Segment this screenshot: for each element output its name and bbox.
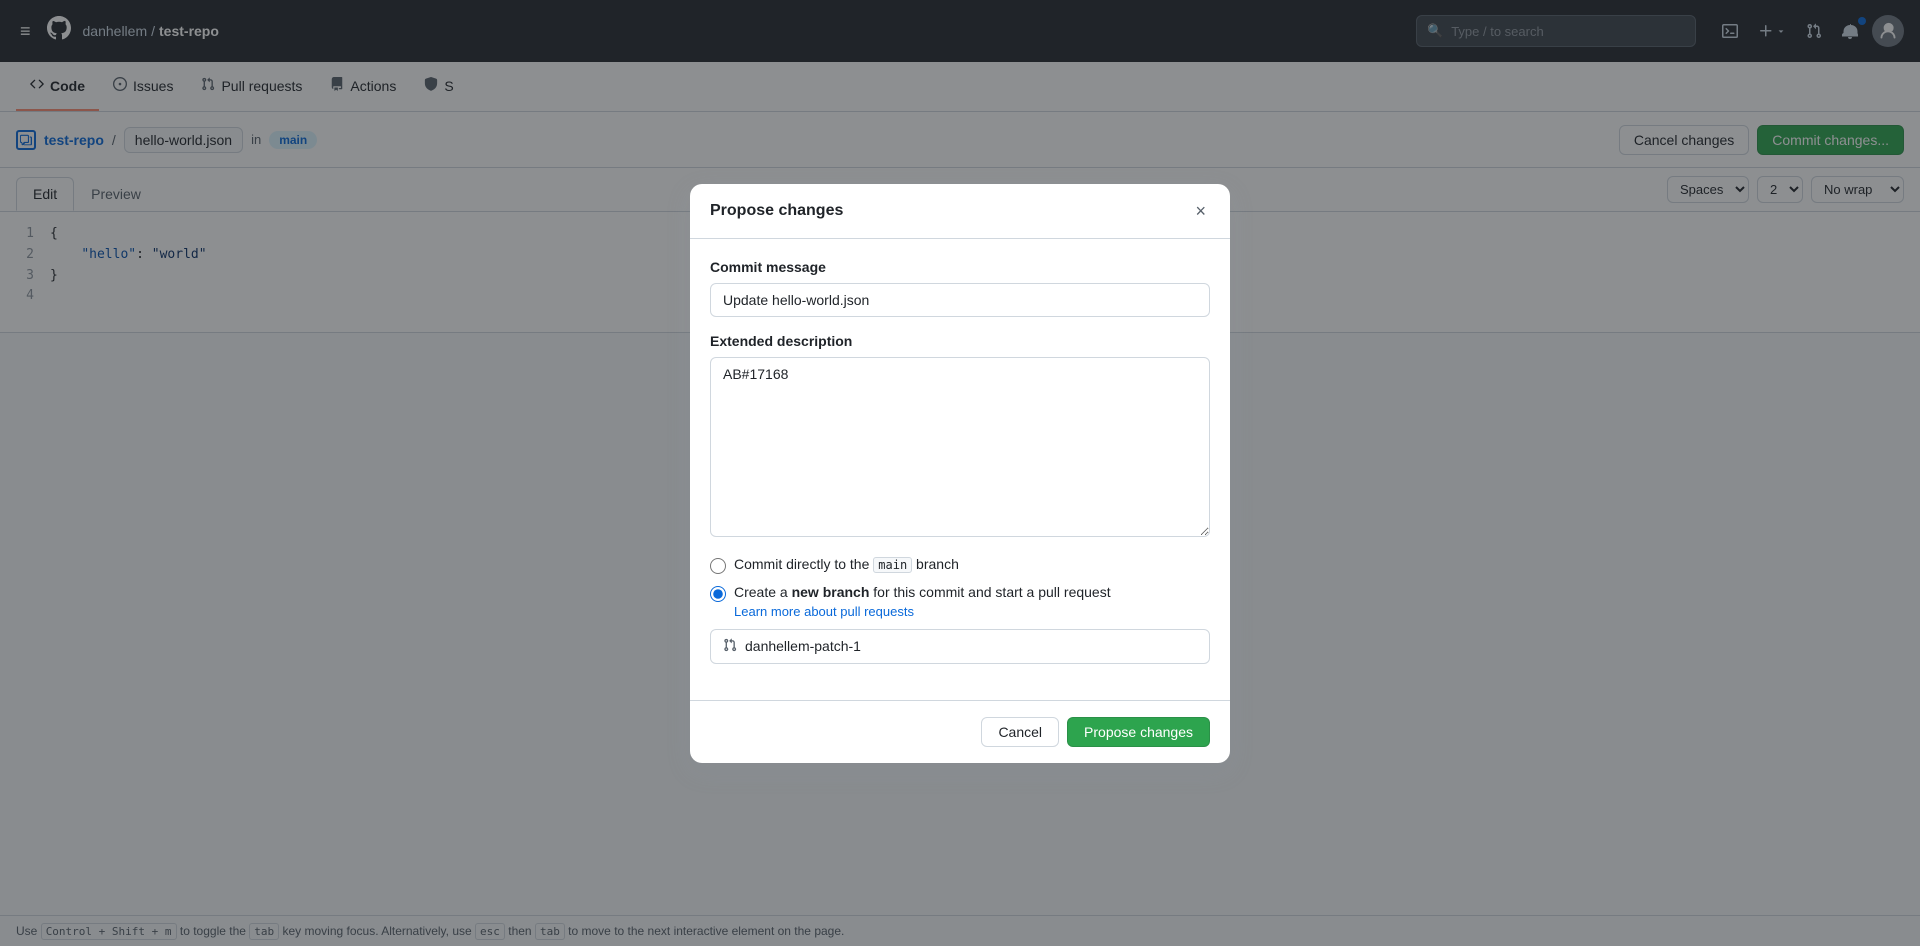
radio-direct-input[interactable]: [710, 558, 726, 574]
extended-description-group: Extended description AB#17168: [710, 333, 1210, 540]
commit-message-label: Commit message: [710, 259, 1210, 275]
commit-message-input[interactable]: [710, 283, 1210, 317]
modal-close-button[interactable]: ×: [1191, 200, 1210, 222]
cancel-button[interactable]: Cancel: [981, 717, 1059, 747]
propose-changes-button[interactable]: Propose changes: [1067, 717, 1210, 747]
propose-changes-modal: Propose changes × Commit message Extende…: [690, 184, 1230, 763]
commit-options: Commit directly to the main branch Creat…: [710, 556, 1210, 664]
branch-input-group: [710, 629, 1210, 664]
radio-direct-option[interactable]: Commit directly to the main branch: [710, 556, 1210, 574]
new-branch-name-input[interactable]: [745, 638, 1197, 654]
commit-message-group: Commit message: [710, 259, 1210, 317]
branch-name-mono: main: [873, 557, 912, 573]
radio-new-branch-option: Create a new branch for this commit and …: [710, 584, 1210, 664]
modal-footer: Cancel Propose changes: [690, 700, 1230, 763]
extended-description-textarea[interactable]: AB#17168: [710, 357, 1210, 537]
radio-new-branch-text: Create a new branch for this commit and …: [734, 584, 1111, 600]
radio-new-branch-label[interactable]: Create a new branch for this commit and …: [710, 584, 1210, 602]
extended-description-label: Extended description: [710, 333, 1210, 349]
modal-title: Propose changes: [710, 202, 843, 220]
modal-header: Propose changes ×: [690, 184, 1230, 239]
modal-body: Commit message Extended description AB#1…: [690, 239, 1230, 700]
radio-new-branch-input[interactable]: [710, 586, 726, 602]
radio-direct-label: Commit directly to the main branch: [734, 556, 959, 572]
branch-icon: [723, 638, 737, 655]
learn-more-link[interactable]: Learn more about pull requests: [734, 604, 1210, 619]
modal-overlay: Propose changes × Commit message Extende…: [0, 0, 1920, 946]
